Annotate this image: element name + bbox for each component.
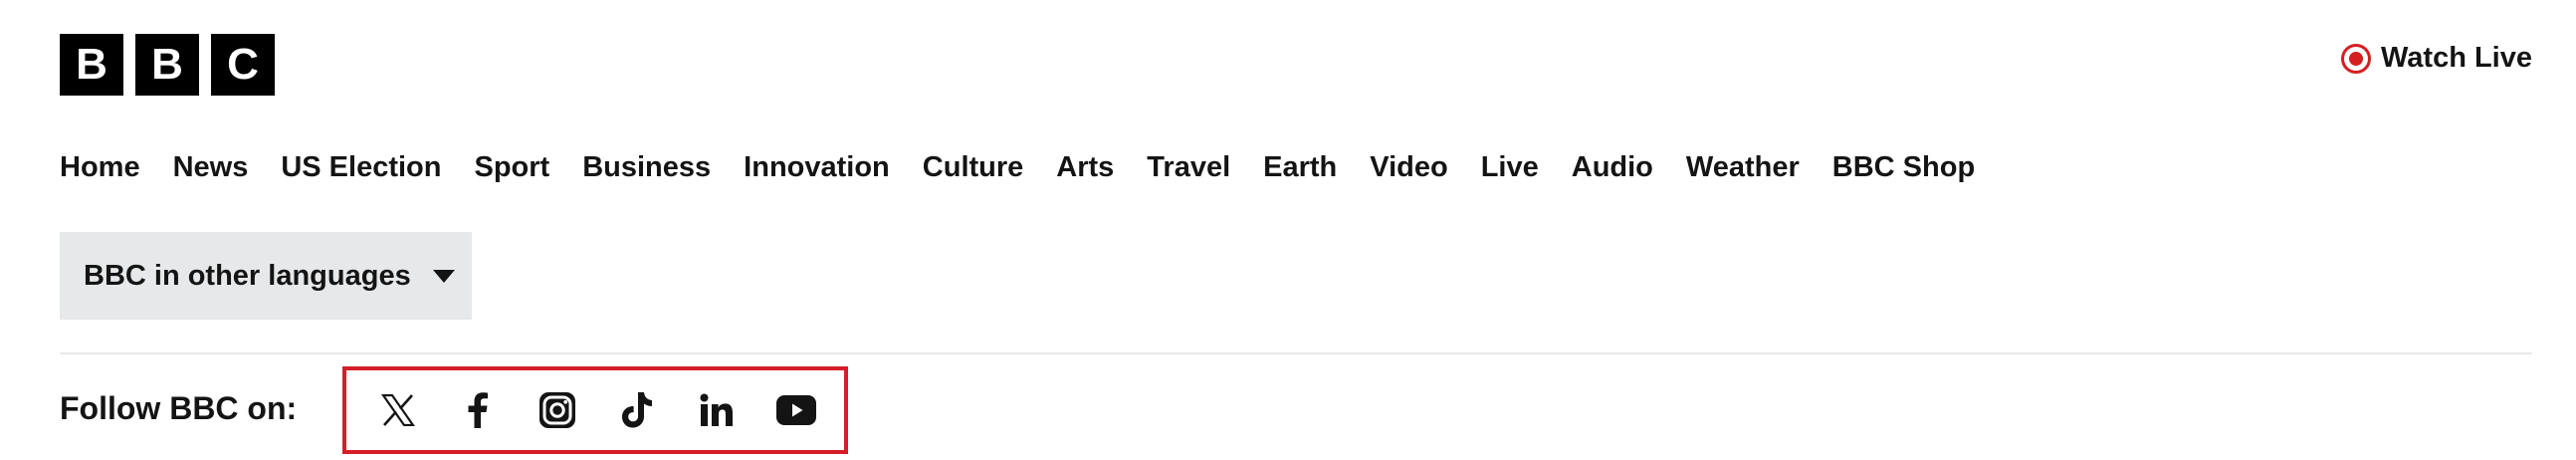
footer-nav: Home News US Election Sport Business Inn…	[60, 151, 1975, 184]
languages-label: BBC in other languages	[84, 259, 411, 292]
logo-letter-b1: B	[60, 34, 123, 96]
facebook-icon[interactable]	[454, 386, 502, 434]
footer: B B C Watch Live Home News US Election S…	[60, 0, 2576, 460]
nav-item-business[interactable]: Business	[582, 151, 711, 184]
follow-label: Follow BBC on:	[60, 390, 298, 426]
x-icon[interactable]	[374, 386, 422, 434]
languages-dropdown[interactable]: BBC in other languages	[60, 232, 472, 320]
bbc-logo[interactable]: B B C	[60, 34, 275, 96]
logo-letter-c: C	[211, 34, 275, 96]
live-icon	[2340, 43, 2371, 74]
tiktok-icon[interactable]	[613, 386, 661, 434]
divider	[60, 352, 2532, 354]
youtube-icon[interactable]	[772, 386, 820, 434]
social-links	[342, 366, 848, 454]
logo-letter-b2: B	[135, 34, 199, 96]
nav-item-live[interactable]: Live	[1481, 151, 1539, 184]
instagram-icon[interactable]	[534, 386, 581, 434]
nav-item-earth[interactable]: Earth	[1263, 151, 1337, 184]
nav-item-arts[interactable]: Arts	[1056, 151, 1114, 184]
nav-item-sport[interactable]: Sport	[475, 151, 550, 184]
nav-item-video[interactable]: Video	[1370, 151, 1447, 184]
watch-live-label: Watch Live	[2380, 42, 2532, 74]
nav-item-home[interactable]: Home	[60, 151, 140, 184]
watch-live-link[interactable]: Watch Live	[2340, 42, 2532, 75]
nav-item-travel[interactable]: Travel	[1147, 151, 1230, 184]
nav-item-innovation[interactable]: Innovation	[744, 151, 890, 184]
chevron-down-icon	[432, 269, 455, 283]
nav-item-bbc-shop[interactable]: BBC Shop	[1832, 151, 1975, 184]
nav-item-culture[interactable]: Culture	[923, 151, 1024, 184]
nav-item-audio[interactable]: Audio	[1572, 151, 1653, 184]
linkedin-icon[interactable]	[693, 386, 741, 434]
nav-item-news[interactable]: News	[173, 151, 249, 184]
nav-item-weather[interactable]: Weather	[1686, 151, 1800, 184]
nav-item-us-election[interactable]: US Election	[281, 151, 441, 184]
